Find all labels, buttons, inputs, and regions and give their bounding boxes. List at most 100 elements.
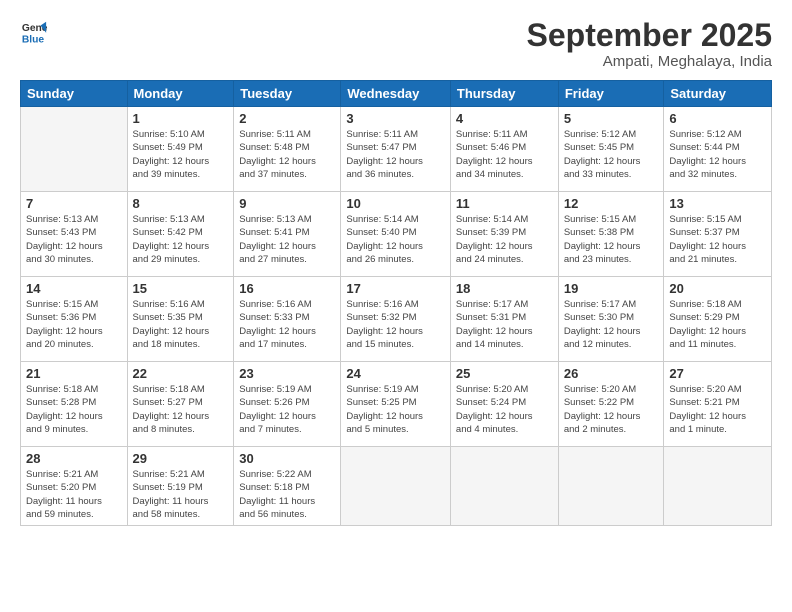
day-info: Sunrise: 5:12 AMSunset: 5:45 PMDaylight:… (564, 128, 659, 181)
day-info: Sunrise: 5:21 AMSunset: 5:19 PMDaylight:… (133, 468, 229, 521)
header: General Blue September 2025 Ampati, Megh… (20, 18, 772, 70)
day-info: Sunrise: 5:19 AMSunset: 5:25 PMDaylight:… (346, 383, 445, 436)
table-cell: 22 Sunrise: 5:18 AMSunset: 5:27 PMDayligh… (127, 362, 234, 447)
table-cell: 25 Sunrise: 5:20 AMSunset: 5:24 PMDayligh… (450, 362, 558, 447)
day-info: Sunrise: 5:11 AMSunset: 5:46 PMDaylight:… (456, 128, 553, 181)
day-info: Sunrise: 5:13 AMSunset: 5:43 PMDaylight:… (26, 213, 122, 266)
day-info: Sunrise: 5:13 AMSunset: 5:42 PMDaylight:… (133, 213, 229, 266)
table-cell: 18 Sunrise: 5:17 AMSunset: 5:31 PMDayligh… (450, 277, 558, 362)
day-info: Sunrise: 5:14 AMSunset: 5:40 PMDaylight:… (346, 213, 445, 266)
day-number: 14 (26, 281, 122, 296)
table-cell: 27 Sunrise: 5:20 AMSunset: 5:21 PMDayligh… (664, 362, 772, 447)
day-info: Sunrise: 5:16 AMSunset: 5:32 PMDaylight:… (346, 298, 445, 351)
day-number: 1 (133, 111, 229, 126)
day-info: Sunrise: 5:17 AMSunset: 5:30 PMDaylight:… (564, 298, 659, 351)
table-cell: 14 Sunrise: 5:15 AMSunset: 5:36 PMDayligh… (21, 277, 128, 362)
table-cell (341, 447, 451, 526)
day-number: 23 (239, 366, 335, 381)
table-cell: 23 Sunrise: 5:19 AMSunset: 5:26 PMDayligh… (234, 362, 341, 447)
day-number: 24 (346, 366, 445, 381)
day-info: Sunrise: 5:13 AMSunset: 5:41 PMDaylight:… (239, 213, 335, 266)
table-cell: 16 Sunrise: 5:16 AMSunset: 5:33 PMDayligh… (234, 277, 341, 362)
table-cell: 26 Sunrise: 5:20 AMSunset: 5:22 PMDayligh… (558, 362, 664, 447)
table-cell: 5Sunrise: 5:12 AMSunset: 5:45 PMDaylight… (558, 107, 664, 192)
day-info: Sunrise: 5:16 AMSunset: 5:33 PMDaylight:… (239, 298, 335, 351)
svg-text:Blue: Blue (22, 34, 45, 45)
day-info: Sunrise: 5:18 AMSunset: 5:27 PMDaylight:… (133, 383, 229, 436)
logo: General Blue (20, 18, 48, 46)
day-number: 10 (346, 196, 445, 211)
table-cell: 24 Sunrise: 5:19 AMSunset: 5:25 PMDayligh… (341, 362, 451, 447)
table-cell: 28Sunrise: 5:21 AMSunset: 5:20 PMDayligh… (21, 447, 128, 526)
week-row-2: 7Sunrise: 5:13 AMSunset: 5:43 PMDaylight… (21, 192, 772, 277)
table-cell: 4 Sunrise: 5:11 AMSunset: 5:46 PMDaylight… (450, 107, 558, 192)
table-cell: 10 Sunrise: 5:14 AMSunset: 5:40 PMDayligh… (341, 192, 451, 277)
day-info: Sunrise: 5:10 AMSunset: 5:49 PMDaylight:… (133, 128, 229, 181)
day-number: 19 (564, 281, 659, 296)
day-number: 9 (239, 196, 335, 211)
table-cell: 20Sunrise: 5:18 AMSunset: 5:29 PMDayligh… (664, 277, 772, 362)
month-title: September 2025 (527, 18, 772, 53)
day-number: 11 (456, 196, 553, 211)
day-info: Sunrise: 5:15 AMSunset: 5:38 PMDaylight:… (564, 213, 659, 266)
day-number: 21 (26, 366, 122, 381)
day-number: 18 (456, 281, 553, 296)
table-cell (450, 447, 558, 526)
table-cell (558, 447, 664, 526)
day-number: 12 (564, 196, 659, 211)
day-info: Sunrise: 5:17 AMSunset: 5:31 PMDaylight:… (456, 298, 553, 351)
week-row-4: 21 Sunrise: 5:18 AMSunset: 5:28 PMDayligh… (21, 362, 772, 447)
logo-icon: General Blue (20, 18, 48, 46)
week-row-5: 28Sunrise: 5:21 AMSunset: 5:20 PMDayligh… (21, 447, 772, 526)
table-cell: 12 Sunrise: 5:15 AMSunset: 5:38 PMDayligh… (558, 192, 664, 277)
day-number: 28 (26, 451, 122, 466)
title-block: September 2025 Ampati, Meghalaya, India (527, 18, 772, 70)
day-number: 22 (133, 366, 229, 381)
day-number: 3 (346, 111, 445, 126)
table-cell: 15Sunrise: 5:16 AMSunset: 5:35 PMDayligh… (127, 277, 234, 362)
table-cell: 17 Sunrise: 5:16 AMSunset: 5:32 PMDayligh… (341, 277, 451, 362)
col-sunday: Sunday (21, 81, 128, 107)
day-number: 15 (133, 281, 229, 296)
table-cell: 1 Sunrise: 5:10 AMSunset: 5:49 PMDaylight… (127, 107, 234, 192)
col-wednesday: Wednesday (341, 81, 451, 107)
table-cell: 11 Sunrise: 5:14 AMSunset: 5:39 PMDayligh… (450, 192, 558, 277)
day-info: Sunrise: 5:14 AMSunset: 5:39 PMDaylight:… (456, 213, 553, 266)
table-cell: 21 Sunrise: 5:18 AMSunset: 5:28 PMDayligh… (21, 362, 128, 447)
day-info: Sunrise: 5:20 AMSunset: 5:24 PMDaylight:… (456, 383, 553, 436)
day-number: 25 (456, 366, 553, 381)
table-cell: 3 Sunrise: 5:11 AMSunset: 5:47 PMDaylight… (341, 107, 451, 192)
table-cell: 19 Sunrise: 5:17 AMSunset: 5:30 PMDayligh… (558, 277, 664, 362)
day-info: Sunrise: 5:18 AMSunset: 5:28 PMDaylight:… (26, 383, 122, 436)
table-cell: 8 Sunrise: 5:13 AMSunset: 5:42 PMDaylight… (127, 192, 234, 277)
day-info: Sunrise: 5:11 AMSunset: 5:48 PMDaylight:… (239, 128, 335, 181)
day-number: 29 (133, 451, 229, 466)
col-friday: Friday (558, 81, 664, 107)
day-info: Sunrise: 5:22 AMSunset: 5:18 PMDaylight:… (239, 468, 335, 521)
page: General Blue September 2025 Ampati, Megh… (0, 0, 792, 612)
table-cell: 30 Sunrise: 5:22 AMSunset: 5:18 PMDayligh… (234, 447, 341, 526)
table-cell: 13Sunrise: 5:15 AMSunset: 5:37 PMDayligh… (664, 192, 772, 277)
day-info: Sunrise: 5:20 AMSunset: 5:21 PMDaylight:… (669, 383, 766, 436)
day-number: 8 (133, 196, 229, 211)
table-cell (21, 107, 128, 192)
day-info: Sunrise: 5:20 AMSunset: 5:22 PMDaylight:… (564, 383, 659, 436)
header-row: Sunday Monday Tuesday Wednesday Thursday… (21, 81, 772, 107)
day-number: 20 (669, 281, 766, 296)
day-number: 30 (239, 451, 335, 466)
day-number: 6 (669, 111, 766, 126)
day-info: Sunrise: 5:11 AMSunset: 5:47 PMDaylight:… (346, 128, 445, 181)
day-number: 27 (669, 366, 766, 381)
col-saturday: Saturday (664, 81, 772, 107)
table-cell (664, 447, 772, 526)
day-number: 17 (346, 281, 445, 296)
day-number: 26 (564, 366, 659, 381)
location: Ampati, Meghalaya, India (527, 53, 772, 70)
day-number: 4 (456, 111, 553, 126)
day-info: Sunrise: 5:15 AMSunset: 5:36 PMDaylight:… (26, 298, 122, 351)
col-tuesday: Tuesday (234, 81, 341, 107)
day-number: 16 (239, 281, 335, 296)
calendar-table: Sunday Monday Tuesday Wednesday Thursday… (20, 80, 772, 526)
col-monday: Monday (127, 81, 234, 107)
day-info: Sunrise: 5:19 AMSunset: 5:26 PMDaylight:… (239, 383, 335, 436)
